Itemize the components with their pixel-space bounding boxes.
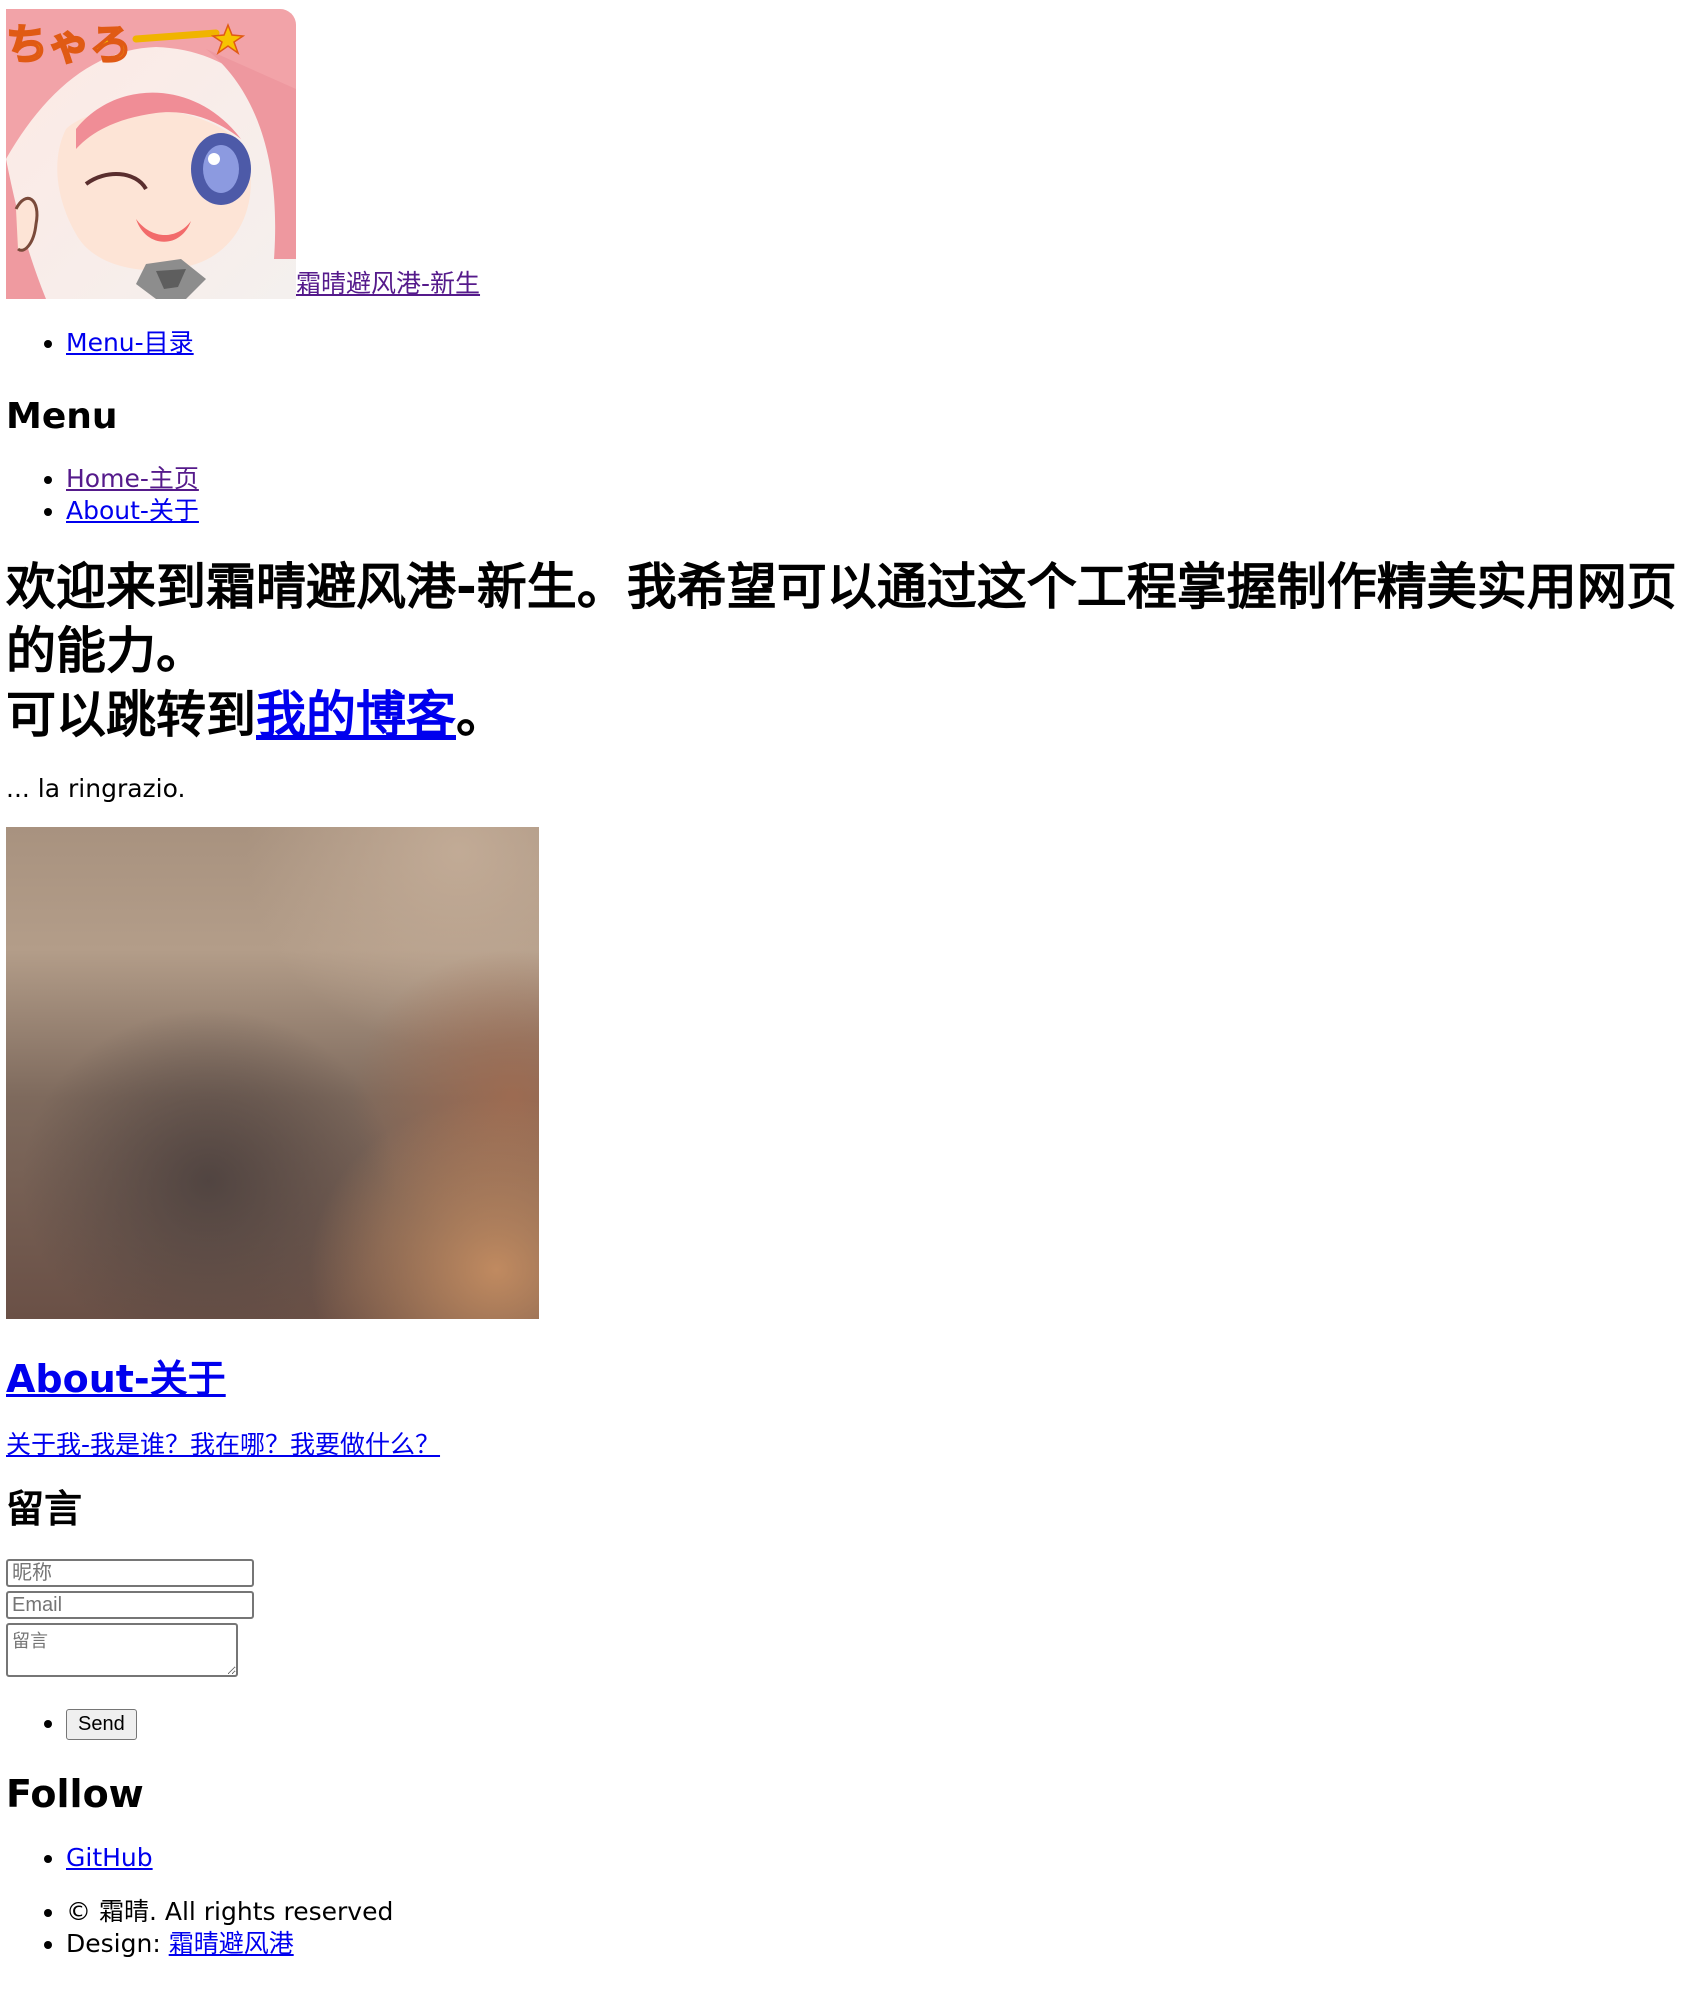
about-description-link[interactable]: 关于我-我是谁？我在哪？我要做什么？ xyxy=(6,1430,440,1459)
blog-link[interactable]: 我的博客 xyxy=(256,686,456,744)
menu-toggle-link[interactable]: Menu-目录 xyxy=(66,328,194,357)
message-textarea[interactable] xyxy=(6,1623,238,1677)
follow-item-github: GitHub xyxy=(66,1842,1688,1874)
nickname-input[interactable] xyxy=(6,1559,254,1587)
about-heading-link[interactable]: About-关于 xyxy=(6,1357,226,1401)
about-image[interactable] xyxy=(6,827,539,1319)
menu-link-about[interactable]: About-关于 xyxy=(66,496,199,525)
menu-toggle-list: Menu-目录 xyxy=(6,327,1688,359)
site-logo[interactable]: ちゃろ xyxy=(6,9,296,299)
email-input[interactable] xyxy=(6,1591,254,1619)
site-header: ちゃろ 霜晴避风港-新生 xyxy=(6,4,1688,299)
form-actions: Send xyxy=(6,1707,1688,1740)
hero-line-2-prefix: 可以跳转到 xyxy=(6,686,256,744)
follow-list: GitHub xyxy=(6,1842,1688,1874)
github-link[interactable]: GitHub xyxy=(66,1843,153,1872)
copyright: © 霜晴. All rights reserved xyxy=(66,1896,1688,1928)
follow-heading: Follow xyxy=(6,1771,144,1816)
menu-list: Home-主页 About-关于 xyxy=(6,463,1688,527)
site-title-link[interactable]: 霜晴避风港-新生 xyxy=(296,271,480,297)
design-label: Design: xyxy=(66,1928,169,1958)
menu-toggle-item: Menu-目录 xyxy=(66,327,1688,359)
tagline: ... la ringrazio. xyxy=(6,774,186,803)
comment-heading: 留言 xyxy=(6,1487,83,1531)
form-action-item: Send xyxy=(66,1707,1688,1740)
design-credit: Design: 霜晴避风港 xyxy=(66,1928,1688,1960)
svg-text:ちゃろ: ちゃろ xyxy=(6,20,132,69)
menu-item-home: Home-主页 xyxy=(66,463,1688,495)
menu-title: Menu xyxy=(6,396,118,437)
about-heading: About-关于 xyxy=(6,1355,1688,1403)
comment-form xyxy=(6,1559,1688,1677)
send-button[interactable]: Send xyxy=(66,1708,137,1740)
menu-item-about: About-关于 xyxy=(66,495,1688,527)
page: ちゃろ 霜晴避风港-新生 Menu-目录 Menu Home-主页 About-… xyxy=(0,0,1694,1960)
hero-line-1: 欢迎来到霜晴避风港-新生。我希望可以通过这个工程掌握制作精美实用网页的能力。 xyxy=(6,558,1677,680)
about-description: 关于我-我是谁？我在哪？我要做什么？ xyxy=(6,1429,1688,1461)
menu-link-home[interactable]: Home-主页 xyxy=(66,464,199,493)
design-link[interactable]: 霜晴避风港 xyxy=(169,1929,294,1958)
footer: © 霜晴. All rights reserved Design: 霜晴避风港 xyxy=(6,1896,1688,1960)
hero-line-2-suffix: 。 xyxy=(456,686,506,744)
hero-heading: 欢迎来到霜晴避风港-新生。我希望可以通过这个工程掌握制作精美实用网页的能力。 可… xyxy=(6,555,1686,747)
